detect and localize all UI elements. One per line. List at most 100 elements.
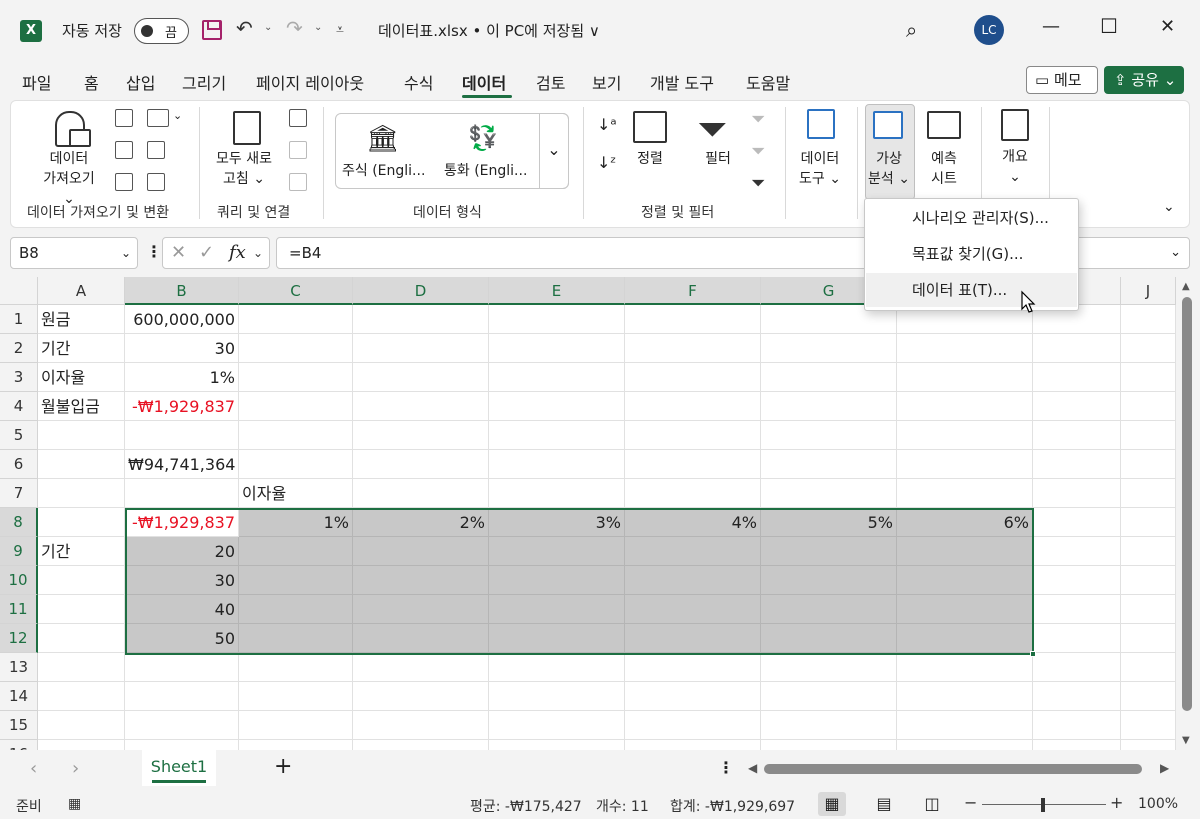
autosave-toggle[interactable]: 끔 [134,18,189,44]
sort-asc-icon[interactable]: ↓ᵃ [597,115,617,134]
cell-i5[interactable] [1033,421,1121,450]
cell-j11[interactable] [1121,595,1176,624]
scroll-left-icon[interactable]: ◀ [748,761,757,775]
cell-c11[interactable] [239,595,353,624]
cell-h8[interactable]: 6% [897,508,1033,537]
cell-h3[interactable] [897,363,1033,392]
cell-c10[interactable] [239,566,353,595]
filter-button[interactable]: 필터 [695,149,741,169]
cell-c3[interactable] [239,363,353,392]
cell-e4[interactable] [489,392,625,421]
from-picture-icon[interactable] [147,109,169,127]
accessibility-icon[interactable]: ▦ [68,796,81,812]
cell-h15[interactable] [897,711,1033,740]
normal-view-icon[interactable]: ▦ [818,792,846,816]
status-count[interactable]: 개수: 11 [596,796,649,816]
cell-i15[interactable] [1033,711,1121,740]
cell-j16[interactable] [1121,740,1176,750]
existing-connections-icon[interactable] [147,173,165,191]
cell-e11[interactable] [489,595,625,624]
reapply-icon[interactable]: ⏷ [751,141,765,162]
row-header-5[interactable]: 5 [0,421,38,450]
tab-formulas[interactable]: 수식 [404,70,433,94]
tab-help[interactable]: 도움말 [746,70,790,94]
cell-e16[interactable] [489,740,625,750]
column-header-b[interactable]: B [125,277,239,305]
share-button[interactable]: ⇪ 공유 ⌄ [1104,66,1184,94]
add-sheet-icon[interactable]: + [274,754,292,779]
chevron-down-icon[interactable]: ⌄ [253,246,263,260]
edit-links-icon[interactable] [289,173,307,191]
cell-f11[interactable] [625,595,761,624]
cell-g11[interactable] [761,595,897,624]
cell-i10[interactable] [1033,566,1121,595]
cell-g12[interactable] [761,624,897,653]
cell-e12[interactable] [489,624,625,653]
cell-i3[interactable] [1033,363,1121,392]
cell-b16[interactable] [125,740,239,750]
cell-d14[interactable] [353,682,489,711]
cell-h5[interactable] [897,421,1033,450]
cell-j8[interactable] [1121,508,1176,537]
cell-a3[interactable]: 이자율 [38,363,125,392]
cell-f15[interactable] [625,711,761,740]
next-sheet-icon[interactable]: › [72,758,79,779]
cell-b5[interactable] [125,421,239,450]
cell-c9[interactable] [239,537,353,566]
column-header-d[interactable]: D [353,277,489,305]
page-break-view-icon[interactable]: ◫ [918,792,946,816]
cell-e8[interactable]: 3% [489,508,625,537]
clear-filter-icon[interactable]: ⏷ [751,109,765,130]
tab-file[interactable]: 파일 [22,70,51,94]
cell-g14[interactable] [761,682,897,711]
cell-c5[interactable] [239,421,353,450]
cell-b9[interactable]: 20 [125,537,239,566]
column-header-c[interactable]: C [239,277,353,305]
tab-review[interactable]: 검토 [536,70,565,94]
cell-j13[interactable] [1121,653,1176,682]
chevron-down-icon[interactable]: ⌄ [121,238,131,268]
cell-d2[interactable] [353,334,489,363]
cell-h16[interactable] [897,740,1033,750]
row-header-11[interactable]: 11 [0,595,38,624]
row-header-12[interactable]: 12 [0,624,38,653]
cell-g4[interactable] [761,392,897,421]
cell-a9[interactable]: 기간 [38,537,125,566]
cell-b7[interactable] [125,479,239,508]
save-icon[interactable] [202,20,222,40]
cell-e14[interactable] [489,682,625,711]
cell-c2[interactable] [239,334,353,363]
cell-a2[interactable]: 기간 [38,334,125,363]
cell-i13[interactable] [1033,653,1121,682]
cell-i12[interactable] [1033,624,1121,653]
data-tools-button[interactable]: 데이터 도구 ⌄ [791,149,849,189]
tab-draw[interactable]: 그리기 [182,70,226,94]
row-header-8[interactable]: 8 [0,508,38,537]
cell-h12[interactable] [897,624,1033,653]
row-header-15[interactable]: 15 [0,711,38,740]
row-header-9[interactable]: 9 [0,537,38,566]
avatar[interactable]: LC [974,15,1004,45]
cell-g13[interactable] [761,653,897,682]
tab-developer[interactable]: 개발 도구 [650,70,714,94]
cell-h10[interactable] [897,566,1033,595]
cell-f10[interactable] [625,566,761,595]
cell-a7[interactable] [38,479,125,508]
cell-f3[interactable] [625,363,761,392]
cell-g6[interactable] [761,450,897,479]
tab-page-layout[interactable]: 페이지 레이아웃 [256,70,364,94]
fill-handle[interactable] [1030,651,1036,657]
zoom-level[interactable]: 100% [1138,796,1178,812]
status-sum[interactable]: 합계: -₩1,929,697 [670,796,795,816]
cell-a5[interactable] [38,421,125,450]
cell-d3[interactable] [353,363,489,392]
menu-item-scenario-manager[interactable]: 시나리오 관리자(S)... [866,201,1077,235]
cell-d12[interactable] [353,624,489,653]
customize-qat-icon[interactable]: ⩡ [336,22,344,38]
cell-i2[interactable] [1033,334,1121,363]
column-header-j[interactable]: J [1121,277,1176,305]
cell-i7[interactable] [1033,479,1121,508]
enter-icon[interactable]: ✓ [199,242,214,263]
cell-c7[interactable]: 이자율 [239,479,353,508]
cell-d8[interactable]: 2% [353,508,489,537]
